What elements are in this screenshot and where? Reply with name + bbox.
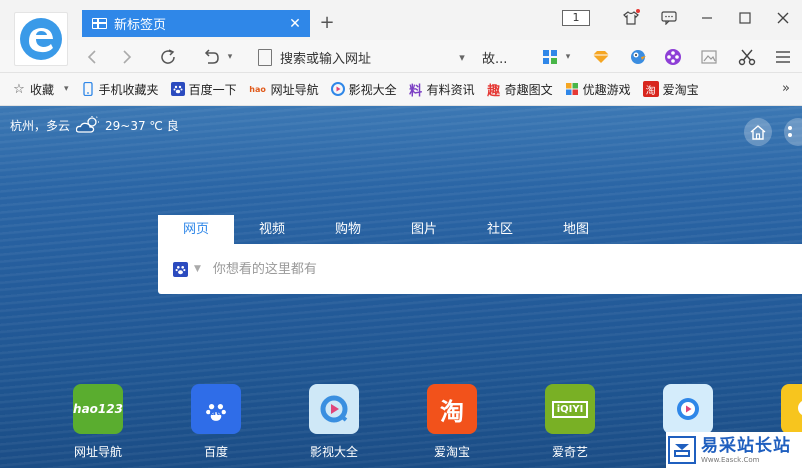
quick-link-baidu[interactable]: du 百度 <box>166 384 266 460</box>
watermark-logo-icon <box>668 436 696 464</box>
watermark-title: 易采站长站 <box>701 435 791 456</box>
chevron-right-icon <box>123 50 132 64</box>
chat-logo-icon <box>781 384 802 434</box>
bookmarks-bar: ☆ 收藏 ▾ 手机收藏夹 百度一下 hao 网址导航 影视大全 料 有料资讯 趣… <box>0 73 802 106</box>
search-input[interactable] <box>212 261 613 277</box>
grid-dots-icon <box>788 126 792 137</box>
address-extra-text[interactable]: 故... <box>482 48 526 67</box>
tab-new-tab[interactable]: 新标签页 ✕ <box>82 10 310 37</box>
taobao-logo-icon: 淘 <box>427 384 477 434</box>
tab-close-button[interactable]: ✕ <box>284 16 306 32</box>
bookmark-mobile-favorites[interactable]: 手机收藏夹 <box>81 81 159 98</box>
star-icon: ☆ <box>13 81 25 97</box>
hao123-logo-icon: hao123 <box>73 384 123 434</box>
skin-shirt-icon[interactable] <box>612 4 650 32</box>
weather-temperature: 29~37 ℃ 良 <box>105 118 179 133</box>
watermark-subtitle: Www.Easck.Com <box>701 455 760 464</box>
layout-grid-button[interactable] <box>784 118 802 146</box>
search-tab-video[interactable]: 视频 <box>234 215 310 244</box>
tab-page-icon <box>92 18 107 29</box>
taobao-icon: 淘 <box>642 81 659 97</box>
forward-button[interactable] <box>115 45 139 69</box>
maximize-icon[interactable] <box>726 4 764 32</box>
search-tab-web[interactable]: 网页 <box>158 215 234 244</box>
new-tab-button[interactable]: + <box>316 12 338 34</box>
bird-extension-icon[interactable] <box>626 45 650 69</box>
cloudy-sun-icon <box>76 116 100 133</box>
address-bar[interactable]: 搜索或输入网址 ▾ 故... <box>250 44 526 70</box>
address-placeholder[interactable]: 搜索或输入网址 <box>280 48 452 67</box>
quick-link-taobao[interactable]: 淘 爱淘宝 <box>402 384 502 460</box>
home-button[interactable] <box>744 118 772 146</box>
refresh-button[interactable] <box>156 45 180 69</box>
hao123-icon: hao <box>249 84 266 94</box>
chevron-left-icon <box>87 50 96 64</box>
tab-title: 新标签页 <box>114 18 167 33</box>
page-icon <box>258 48 272 66</box>
search-engine-baidu-icon[interactable] <box>173 261 188 277</box>
ie-logo-icon <box>20 18 62 60</box>
iqiyi-logo-icon: iQIYI <box>545 384 595 434</box>
search-tab-images[interactable]: 图片 <box>386 215 462 244</box>
news-icon: 料 <box>409 83 423 99</box>
bookmarks-more-icon[interactable]: » <box>782 81 790 96</box>
quick-link-hao123[interactable]: hao123 网址导航 <box>48 384 148 460</box>
quick-link-video[interactable]: 影视大全 <box>284 384 384 460</box>
apps-dropdown-caret-icon[interactable]: ▾ <box>561 45 575 69</box>
undo-dropdown-caret-icon[interactable]: ▾ <box>223 45 237 69</box>
fun-icon: 趣 <box>487 83 501 99</box>
search-box: ▼ <box>158 244 802 294</box>
film-extension-icon[interactable] <box>661 45 685 69</box>
weather-city: 杭州，多云 <box>10 118 71 133</box>
search-tab-community[interactable]: 社区 <box>462 215 538 244</box>
search-tab-shopping[interactable]: 购物 <box>310 215 386 244</box>
undo-button[interactable] <box>199 45 223 69</box>
undo-icon <box>204 49 219 64</box>
search-category-tabs: 网页 视频 购物 图片 社区 地图 <box>158 215 614 244</box>
close-window-icon[interactable] <box>764 4 802 32</box>
refresh-icon <box>161 49 175 64</box>
window-controls: 1 <box>562 4 802 32</box>
quick-link-iqiyi[interactable]: iQIYI 爱奇艺 <box>520 384 620 460</box>
phone-icon <box>81 82 95 96</box>
home-icon <box>750 124 766 140</box>
tab-count-badge[interactable]: 1 <box>562 10 590 26</box>
weather-widget[interactable]: 杭州，多云 29~37 ℃ 良 <box>10 116 179 134</box>
favorites-caret-icon[interactable]: ▾ <box>64 84 69 94</box>
baidu-logo-icon: du <box>191 384 241 434</box>
browser-logo <box>14 12 68 66</box>
gem-extension-icon[interactable] <box>589 45 613 69</box>
video-logo-icon <box>309 384 359 434</box>
apps-grid-icon[interactable] <box>538 45 562 69</box>
search-tab-map[interactable]: 地图 <box>538 215 614 244</box>
bookmark-baidu[interactable]: 百度一下 <box>170 81 237 98</box>
quick-link-partial[interactable] <box>756 384 802 434</box>
baidu-paw-icon <box>170 82 185 96</box>
video-icon <box>330 82 345 96</box>
back-button[interactable] <box>80 45 104 69</box>
bookmark-video[interactable]: 影视大全 <box>330 81 397 98</box>
minimize-icon[interactable] <box>688 4 726 32</box>
game-icon <box>565 82 579 96</box>
image-extension-icon[interactable] <box>697 45 721 69</box>
player-logo-icon <box>663 384 713 434</box>
bookmark-taobao[interactable]: 淘 爱淘宝 <box>642 81 699 98</box>
navigation-bar: ▾ 搜索或输入网址 ▾ 故... ▾ <box>0 40 802 73</box>
menu-hamburger-icon[interactable] <box>771 45 795 69</box>
scissors-icon[interactable] <box>735 45 759 69</box>
site-watermark: 易采站长站 Www.Easck.Com <box>666 432 802 468</box>
bookmark-game[interactable]: 优趣游戏 <box>565 81 631 98</box>
bookmark-favorites[interactable]: ☆ 收藏 ▾ <box>12 81 69 98</box>
new-tab-page: 杭州，多云 29~37 ℃ 良 网页 视频 购物 图片 社区 地图 ▼ hao1… <box>0 106 802 468</box>
title-bar: 新标签页 ✕ + 1 <box>0 0 802 40</box>
feedback-icon[interactable] <box>650 4 688 32</box>
bookmark-hao123[interactable]: hao 网址导航 <box>249 81 318 98</box>
address-dropdown-icon[interactable]: ▾ <box>452 51 472 64</box>
search-engine-caret-icon[interactable]: ▼ <box>194 264 201 274</box>
bookmark-fun[interactable]: 趣 奇趣图文 <box>487 81 553 99</box>
bookmark-news[interactable]: 料 有料资讯 <box>409 81 475 99</box>
